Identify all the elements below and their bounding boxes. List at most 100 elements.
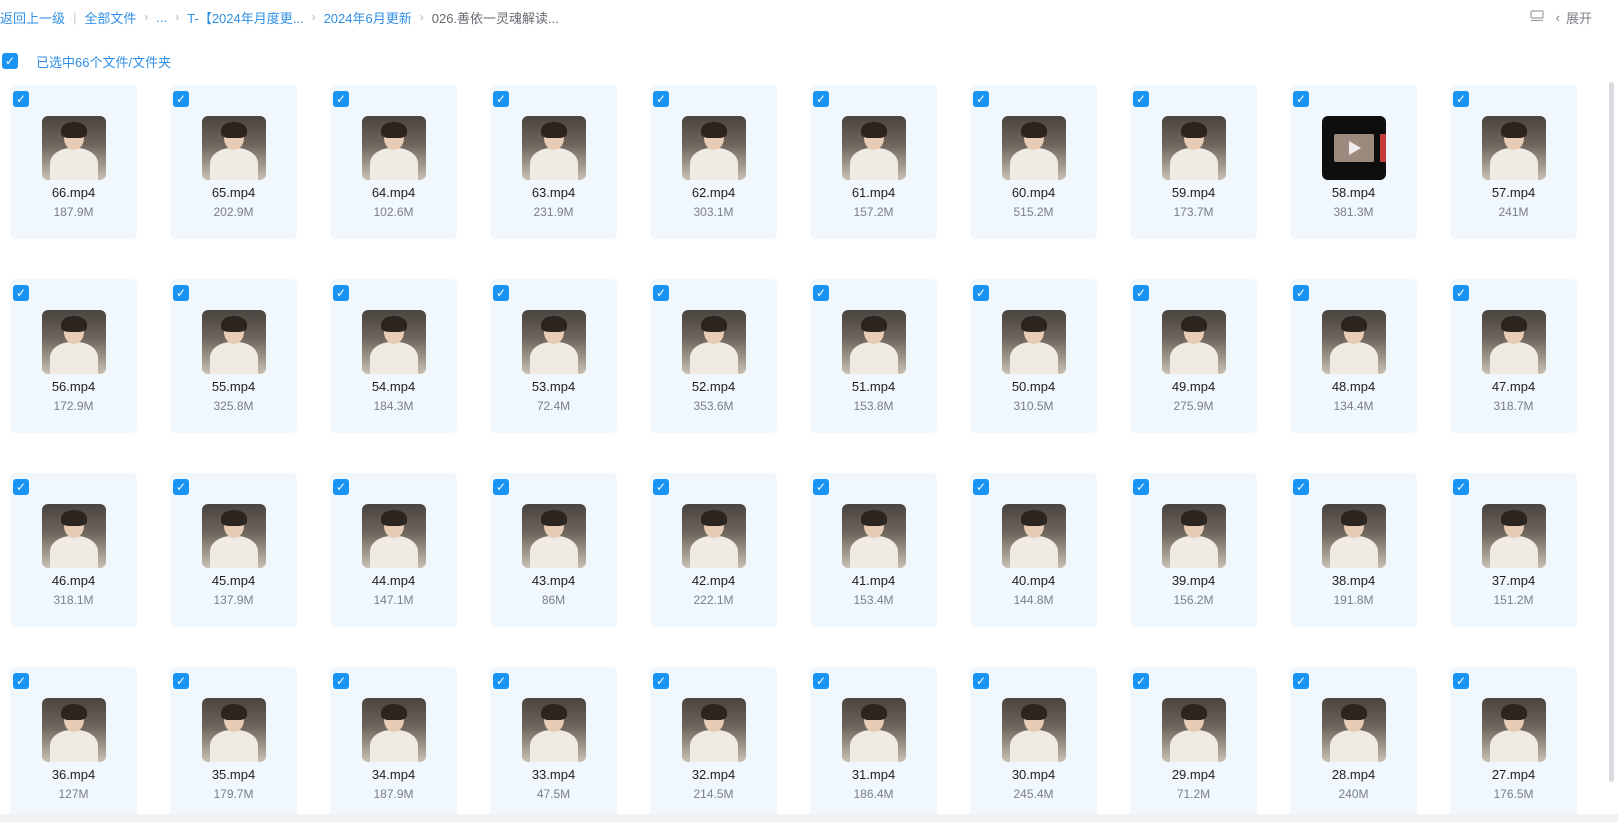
file-card[interactable]: ✓ 58.mp4 381.3M [1290, 85, 1417, 239]
file-checkbox[interactable]: ✓ [653, 673, 669, 689]
file-checkbox[interactable]: ✓ [1293, 285, 1309, 301]
file-checkbox[interactable]: ✓ [1453, 479, 1469, 495]
file-card[interactable]: ✓ 27.mp4 176.5M [1450, 667, 1577, 821]
file-checkbox[interactable]: ✓ [1133, 285, 1149, 301]
file-checkbox[interactable]: ✓ [973, 91, 989, 107]
file-checkbox[interactable]: ✓ [173, 285, 189, 301]
file-card[interactable]: ✓ 42.mp4 222.1M [650, 473, 777, 627]
file-checkbox[interactable]: ✓ [813, 673, 829, 689]
file-checkbox[interactable]: ✓ [653, 479, 669, 495]
file-checkbox[interactable]: ✓ [1293, 479, 1309, 495]
file-card[interactable]: ✓ 43.mp4 86M [490, 473, 617, 627]
file-checkbox[interactable]: ✓ [493, 91, 509, 107]
file-checkbox[interactable]: ✓ [653, 91, 669, 107]
file-checkbox[interactable]: ✓ [813, 285, 829, 301]
breadcrumb-all-files[interactable]: 全部文件 [84, 8, 136, 27]
file-checkbox[interactable]: ✓ [333, 285, 349, 301]
file-checkbox[interactable]: ✓ [173, 91, 189, 107]
file-name: 49.mp4 [1171, 379, 1216, 394]
breadcrumb-folder-june[interactable]: 2024年6月更新 [324, 8, 412, 27]
back-link[interactable]: 返回上一级 [0, 8, 65, 27]
file-checkbox[interactable]: ✓ [13, 91, 29, 107]
file-name: 54.mp4 [371, 379, 416, 394]
file-card[interactable]: ✓ 37.mp4 151.2M [1450, 473, 1577, 627]
file-card[interactable]: ✓ 65.mp4 202.9M [170, 85, 297, 239]
file-card[interactable]: ✓ 57.mp4 241M [1450, 85, 1577, 239]
file-card[interactable]: ✓ 29.mp4 71.2M [1130, 667, 1257, 821]
video-thumbnail [1482, 116, 1546, 180]
file-card[interactable]: ✓ 63.mp4 231.9M [490, 85, 617, 239]
list-view-icon[interactable] [1530, 10, 1544, 25]
file-card[interactable]: ✓ 64.mp4 102.6M [330, 85, 457, 239]
file-size: 127M [58, 787, 89, 801]
file-checkbox[interactable]: ✓ [653, 285, 669, 301]
breadcrumb-folder-monthly[interactable]: T-【2024年月度更... [187, 8, 303, 27]
file-checkbox[interactable]: ✓ [973, 479, 989, 495]
file-checkbox[interactable]: ✓ [13, 673, 29, 689]
file-checkbox[interactable]: ✓ [973, 673, 989, 689]
file-checkbox[interactable]: ✓ [13, 479, 29, 495]
file-card[interactable]: ✓ 34.mp4 187.9M [330, 667, 457, 821]
file-card[interactable]: ✓ 51.mp4 153.8M [810, 279, 937, 433]
file-card[interactable]: ✓ 48.mp4 134.4M [1290, 279, 1417, 433]
file-checkbox[interactable]: ✓ [1453, 285, 1469, 301]
file-card[interactable]: ✓ 32.mp4 214.5M [650, 667, 777, 821]
file-checkbox[interactable]: ✓ [1293, 673, 1309, 689]
file-card[interactable]: ✓ 45.mp4 137.9M [170, 473, 297, 627]
select-all-checkbox[interactable]: ✓ [2, 53, 18, 69]
file-card[interactable]: ✓ 30.mp4 245.4M [970, 667, 1097, 821]
chevron-right-icon: › [419, 10, 424, 24]
expand-button[interactable]: 展开 [1566, 8, 1592, 27]
file-checkbox[interactable]: ✓ [13, 285, 29, 301]
file-card[interactable]: ✓ 56.mp4 172.9M [10, 279, 137, 433]
file-checkbox[interactable]: ✓ [493, 673, 509, 689]
file-card[interactable]: ✓ 55.mp4 325.8M [170, 279, 297, 433]
chevron-right-icon: › [175, 10, 180, 24]
file-card[interactable]: ✓ 31.mp4 186.4M [810, 667, 937, 821]
video-thumbnail [842, 310, 906, 374]
file-size: 515.2M [1013, 205, 1054, 219]
file-card[interactable]: ✓ 40.mp4 144.8M [970, 473, 1097, 627]
file-checkbox[interactable]: ✓ [333, 91, 349, 107]
file-card[interactable]: ✓ 33.mp4 47.5M [490, 667, 617, 821]
file-size: 191.8M [1333, 593, 1374, 607]
file-checkbox[interactable]: ✓ [493, 285, 509, 301]
file-checkbox[interactable]: ✓ [1133, 479, 1149, 495]
file-checkbox[interactable]: ✓ [813, 479, 829, 495]
file-checkbox[interactable]: ✓ [493, 479, 509, 495]
file-checkbox[interactable]: ✓ [173, 673, 189, 689]
file-card[interactable]: ✓ 35.mp4 179.7M [170, 667, 297, 821]
file-checkbox[interactable]: ✓ [973, 285, 989, 301]
file-card[interactable]: ✓ 60.mp4 515.2M [970, 85, 1097, 239]
file-card[interactable]: ✓ 36.mp4 127M [10, 667, 137, 821]
file-card[interactable]: ✓ 62.mp4 303.1M [650, 85, 777, 239]
file-card[interactable]: ✓ 49.mp4 275.9M [1130, 279, 1257, 433]
file-card[interactable]: ✓ 44.mp4 147.1M [330, 473, 457, 627]
file-checkbox[interactable]: ✓ [813, 91, 829, 107]
file-checkbox[interactable]: ✓ [1453, 91, 1469, 107]
file-card[interactable]: ✓ 38.mp4 191.8M [1290, 473, 1417, 627]
file-checkbox[interactable]: ✓ [1133, 673, 1149, 689]
scrollbar[interactable] [1609, 82, 1614, 782]
breadcrumb-ellipsis[interactable]: ... [156, 10, 167, 25]
file-card[interactable]: ✓ 61.mp4 157.2M [810, 85, 937, 239]
file-checkbox[interactable]: ✓ [1133, 91, 1149, 107]
file-checkbox[interactable]: ✓ [173, 479, 189, 495]
file-card[interactable]: ✓ 53.mp4 72.4M [490, 279, 617, 433]
file-card[interactable]: ✓ 28.mp4 240M [1290, 667, 1417, 821]
file-name: 45.mp4 [211, 573, 256, 588]
chevron-left-icon[interactable]: ‹ [1556, 10, 1560, 25]
file-checkbox[interactable]: ✓ [1293, 91, 1309, 107]
file-checkbox[interactable]: ✓ [333, 479, 349, 495]
file-card[interactable]: ✓ 47.mp4 318.7M [1450, 279, 1577, 433]
file-checkbox[interactable]: ✓ [1453, 673, 1469, 689]
file-card[interactable]: ✓ 41.mp4 153.4M [810, 473, 937, 627]
file-card[interactable]: ✓ 52.mp4 353.6M [650, 279, 777, 433]
file-card[interactable]: ✓ 39.mp4 156.2M [1130, 473, 1257, 627]
file-card[interactable]: ✓ 46.mp4 318.1M [10, 473, 137, 627]
file-card[interactable]: ✓ 50.mp4 310.5M [970, 279, 1097, 433]
file-card[interactable]: ✓ 54.mp4 184.3M [330, 279, 457, 433]
file-checkbox[interactable]: ✓ [333, 673, 349, 689]
file-card[interactable]: ✓ 59.mp4 173.7M [1130, 85, 1257, 239]
file-card[interactable]: ✓ 66.mp4 187.9M [10, 85, 137, 239]
